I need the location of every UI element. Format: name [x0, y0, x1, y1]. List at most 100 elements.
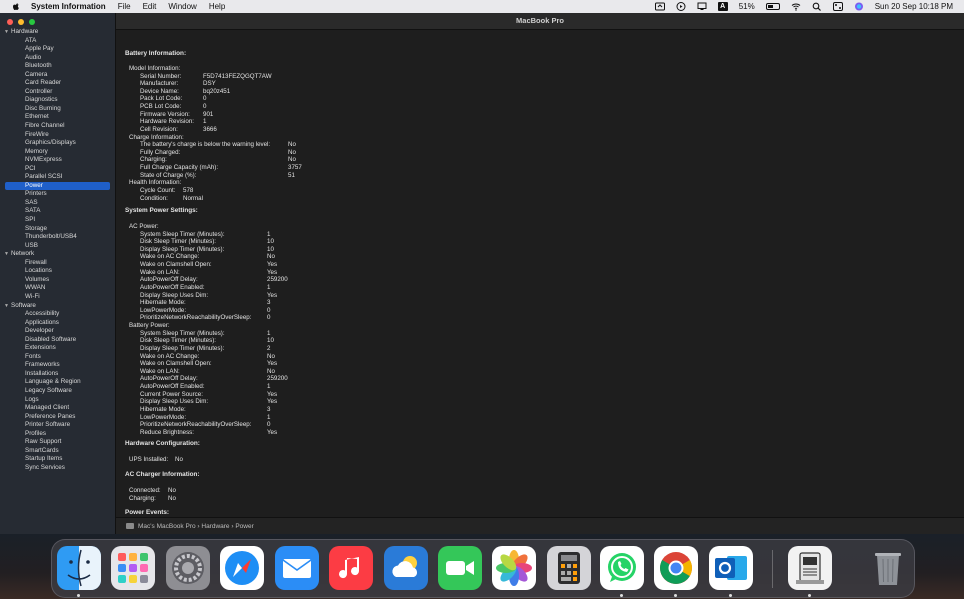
sidebar-item-nvmexpress[interactable]: NVMExpress: [0, 156, 115, 165]
info-key: Health Information:: [129, 179, 182, 187]
music-icon[interactable]: [329, 546, 373, 590]
info-key: AC Power:: [129, 223, 159, 230]
sidebar-item-ata[interactable]: ATA: [0, 37, 115, 46]
zoom-window-button[interactable]: [29, 19, 35, 25]
finder-icon[interactable]: [57, 546, 101, 590]
sidebar-item-firewire[interactable]: FireWire: [0, 131, 115, 140]
sidebar-item-pci[interactable]: PCI: [0, 165, 115, 174]
info-value: 3666: [203, 125, 217, 133]
wifi-icon[interactable]: [791, 2, 801, 11]
sidebar-item-preference-panes[interactable]: Preference Panes: [0, 413, 115, 422]
disclosure-triangle-icon[interactable]: ▼: [4, 302, 11, 311]
battery-icon[interactable]: [765, 3, 780, 10]
sidebar-item-frameworks[interactable]: Frameworks: [0, 361, 115, 370]
edit-menu[interactable]: Edit: [143, 0, 157, 13]
sidebar-item-memory[interactable]: Memory: [0, 148, 115, 157]
safari-icon[interactable]: [220, 546, 264, 590]
info-value: 1: [267, 283, 271, 291]
sidebar-item-firewall[interactable]: Firewall: [0, 259, 115, 268]
file-menu[interactable]: File: [118, 0, 131, 13]
sidebar-item-sata[interactable]: SATA: [0, 207, 115, 216]
sidebar-item-graphics-displays[interactable]: Graphics/Displays: [0, 139, 115, 148]
outlook-icon[interactable]: [709, 546, 753, 590]
mail-icon[interactable]: [275, 546, 319, 590]
control-center-icon[interactable]: [832, 2, 843, 11]
sidebar-item-applications[interactable]: Applications: [0, 319, 115, 328]
help-menu[interactable]: Help: [209, 0, 225, 13]
apple-menu-icon[interactable]: [11, 2, 21, 12]
sidebar-item-printer-software[interactable]: Printer Software: [0, 421, 115, 430]
trash-icon[interactable]: [866, 546, 910, 590]
sidebar-item-apple-pay[interactable]: Apple Pay: [0, 45, 115, 54]
sidebar-item-developer[interactable]: Developer: [0, 327, 115, 336]
info-value: 1: [267, 230, 271, 238]
facetime-icon[interactable]: [438, 546, 482, 590]
info-value: 3: [267, 405, 271, 413]
system-preferences-icon[interactable]: [166, 546, 210, 590]
sidebar-item-language-region[interactable]: Language & Region: [0, 378, 115, 387]
sidebar-group-network[interactable]: ▼ Network: [0, 250, 115, 259]
sidebar-item-installations[interactable]: Installations: [0, 370, 115, 379]
sidebar-item-audio[interactable]: Audio: [0, 54, 115, 63]
info-key: Reduce Brightness:: [140, 428, 194, 436]
sidebar-item-fonts[interactable]: Fonts: [0, 353, 115, 362]
minimize-window-button[interactable]: [18, 19, 24, 25]
close-window-button[interactable]: [7, 19, 13, 25]
menu-clock[interactable]: Sun 20 Sep 10:18 PM: [875, 2, 953, 11]
screen-share-icon[interactable]: [654, 2, 665, 11]
sidebar-item-thunderbolt-usb4[interactable]: Thunderbolt/USB4: [0, 233, 115, 242]
disclosure-triangle-icon[interactable]: ▼: [4, 28, 11, 37]
sidebar-item-startup-items[interactable]: Startup Items: [0, 455, 115, 464]
sidebar-group-software[interactable]: ▼ Software: [0, 302, 115, 311]
media-control-icon[interactable]: [676, 2, 686, 11]
sidebar-item-locations[interactable]: Locations: [0, 267, 115, 276]
info-value: 1: [267, 413, 271, 421]
sidebar-item-volumes[interactable]: Volumes: [0, 276, 115, 285]
sidebar-item-parallel-scsi[interactable]: Parallel SCSI: [0, 173, 115, 182]
sidebar-item-camera[interactable]: Camera: [0, 71, 115, 80]
photos-icon[interactable]: [492, 546, 536, 590]
sidebar-item-controller[interactable]: Controller: [0, 88, 115, 97]
sidebar-item-usb[interactable]: USB: [0, 242, 115, 251]
sidebar-item-sas[interactable]: SAS: [0, 199, 115, 208]
sidebar-item-ethernet[interactable]: Ethernet: [0, 113, 115, 122]
sidebar-item-raw-support[interactable]: Raw Support: [0, 438, 115, 447]
sidebar-item-sync-services[interactable]: Sync Services: [0, 464, 115, 473]
sidebar-item-power[interactable]: Power: [5, 181, 110, 191]
sidebar-item-smartcards[interactable]: SmartCards: [0, 447, 115, 456]
sidebar-item-disabled-software[interactable]: Disabled Software: [0, 336, 115, 345]
chrome-icon[interactable]: [654, 546, 698, 590]
calculator-icon[interactable]: [547, 546, 591, 590]
sidebar-item-legacy-software[interactable]: Legacy Software: [0, 387, 115, 396]
siri-icon[interactable]: [854, 2, 864, 11]
sidebar-item-wi-fi[interactable]: Wi-Fi: [0, 293, 115, 302]
weather-icon[interactable]: [384, 546, 428, 590]
sidebar-item-wwan[interactable]: WWAN: [0, 284, 115, 293]
sidebar-item-card-reader[interactable]: Card Reader: [0, 79, 115, 88]
sidebar-item-profiles[interactable]: Profiles: [0, 430, 115, 439]
sidebar-item-storage[interactable]: Storage: [0, 225, 115, 234]
sidebar-item-bluetooth[interactable]: Bluetooth: [0, 62, 115, 71]
window-menu[interactable]: Window: [168, 0, 196, 13]
sidebar-item-accessibility[interactable]: Accessibility: [0, 310, 115, 319]
search-icon[interactable]: [812, 2, 822, 11]
sidebar-item-extensions[interactable]: Extensions: [0, 344, 115, 353]
launchpad-icon[interactable]: [111, 546, 155, 590]
sidebar-item-spi[interactable]: SPI: [0, 216, 115, 225]
sidebar-item-logs[interactable]: Logs: [0, 396, 115, 405]
whatsapp-icon[interactable]: [600, 546, 644, 590]
info-key: Wake on LAN:: [140, 367, 180, 375]
disclosure-triangle-icon[interactable]: ▼: [4, 250, 11, 259]
app-menu[interactable]: System Information: [31, 0, 106, 13]
info-key: Connected:: [129, 487, 161, 494]
input-source-icon[interactable]: A: [717, 2, 728, 11]
sidebar-group-hardware[interactable]: ▼ Hardware: [0, 28, 115, 37]
info-value: 3: [267, 299, 271, 307]
sidebar-item-managed-client[interactable]: Managed Client: [0, 404, 115, 413]
system-information-icon[interactable]: [788, 546, 832, 590]
sidebar-item-disc-burning[interactable]: Disc Burning: [0, 105, 115, 114]
sidebar-item-fibre-channel[interactable]: Fibre Channel: [0, 122, 115, 131]
sidebar-item-diagnostics[interactable]: Diagnostics: [0, 96, 115, 105]
sidebar-item-printers[interactable]: Printers: [0, 190, 115, 199]
display-icon[interactable]: [697, 2, 707, 11]
